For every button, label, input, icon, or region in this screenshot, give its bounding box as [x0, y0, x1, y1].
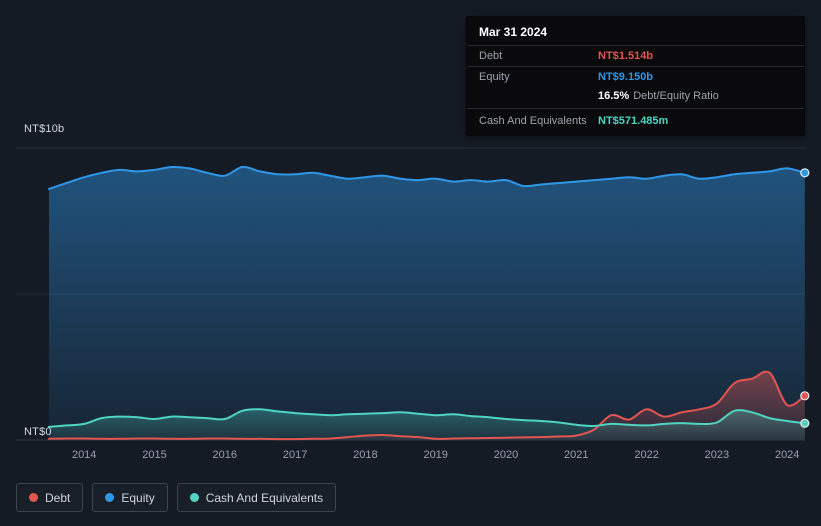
x-tick-label: 2021	[564, 449, 589, 461]
legend-item-equity[interactable]: Equity	[92, 483, 168, 512]
y-axis-label-zero: NT$0	[24, 426, 52, 438]
tooltip-debt-row: Debt NT$1.514b	[467, 46, 804, 67]
tooltip-ratio-label: Debt/Equity Ratio	[633, 90, 719, 102]
debt-series-dot-icon	[29, 493, 38, 502]
chart-tooltip: Mar 31 2024 Debt NT$1.514b Equity NT$9.1…	[466, 16, 805, 136]
tooltip-debt-label: Debt	[479, 50, 503, 62]
tooltip-cash-value: NT$571.485m	[598, 115, 669, 127]
tooltip-cash-label: Cash And Equivalents	[479, 115, 587, 127]
tooltip-equity-value: NT$9.150b	[598, 71, 654, 83]
x-tick-label: 2023	[704, 449, 730, 461]
x-tick-label: 2016	[212, 449, 238, 461]
debt-equity-chart-canvas[interactable]	[16, 144, 810, 444]
x-tick-label: 2024	[774, 449, 800, 461]
tooltip-equity-label: Equity	[479, 71, 510, 83]
equity-area	[49, 166, 805, 440]
x-tick-label: 2017	[282, 449, 308, 461]
tooltip-debt-value: NT$1.514b	[598, 50, 654, 62]
legend-debt-label: Debt	[45, 490, 71, 505]
equity-endpoint-dot[interactable]	[800, 168, 810, 178]
legend-equity-label: Equity	[121, 490, 155, 505]
x-tick-label: 2019	[423, 449, 448, 461]
tooltip-ratio-text: 16.5% Debt/Equity Ratio	[598, 89, 719, 103]
cash-endpoint-dot[interactable]	[800, 418, 810, 428]
equity-series-dot-icon	[105, 493, 115, 502]
legend-cash-label: Cash And Equivalents	[205, 490, 324, 505]
tooltip-equity-row: Equity NT$9.150b	[467, 67, 804, 87]
legend-item-cash[interactable]: Cash And Equivalents	[176, 483, 337, 512]
x-axis: 2014 2015 2016 2017 2018 2019 2020 2021 2022 2023…	[0, 449, 821, 463]
chart-legend: Debt Equity Cash And Equivalents	[16, 483, 337, 512]
tooltip-ratio-value: 16.5%	[598, 90, 630, 102]
legend-item-debt[interactable]: Debt	[16, 483, 84, 512]
tooltip-ratio-row: 16.5% Debt/Equity Ratio	[467, 87, 804, 109]
cash-series-dot-icon	[189, 493, 199, 502]
x-tick-label: 2018	[353, 449, 378, 461]
x-tick-label: 2022	[634, 449, 659, 461]
y-axis-label-top: NT$10b	[24, 123, 65, 135]
tooltip-date: Mar 31 2024	[467, 17, 804, 46]
tooltip-cash-row: Cash And Equivalents NT$571.485m	[467, 109, 804, 135]
x-tick-label: 2020	[493, 449, 519, 461]
debt-endpoint-dot[interactable]	[800, 391, 810, 401]
x-tick-label: 2014	[71, 449, 97, 461]
x-tick-label: 2015	[142, 449, 167, 461]
